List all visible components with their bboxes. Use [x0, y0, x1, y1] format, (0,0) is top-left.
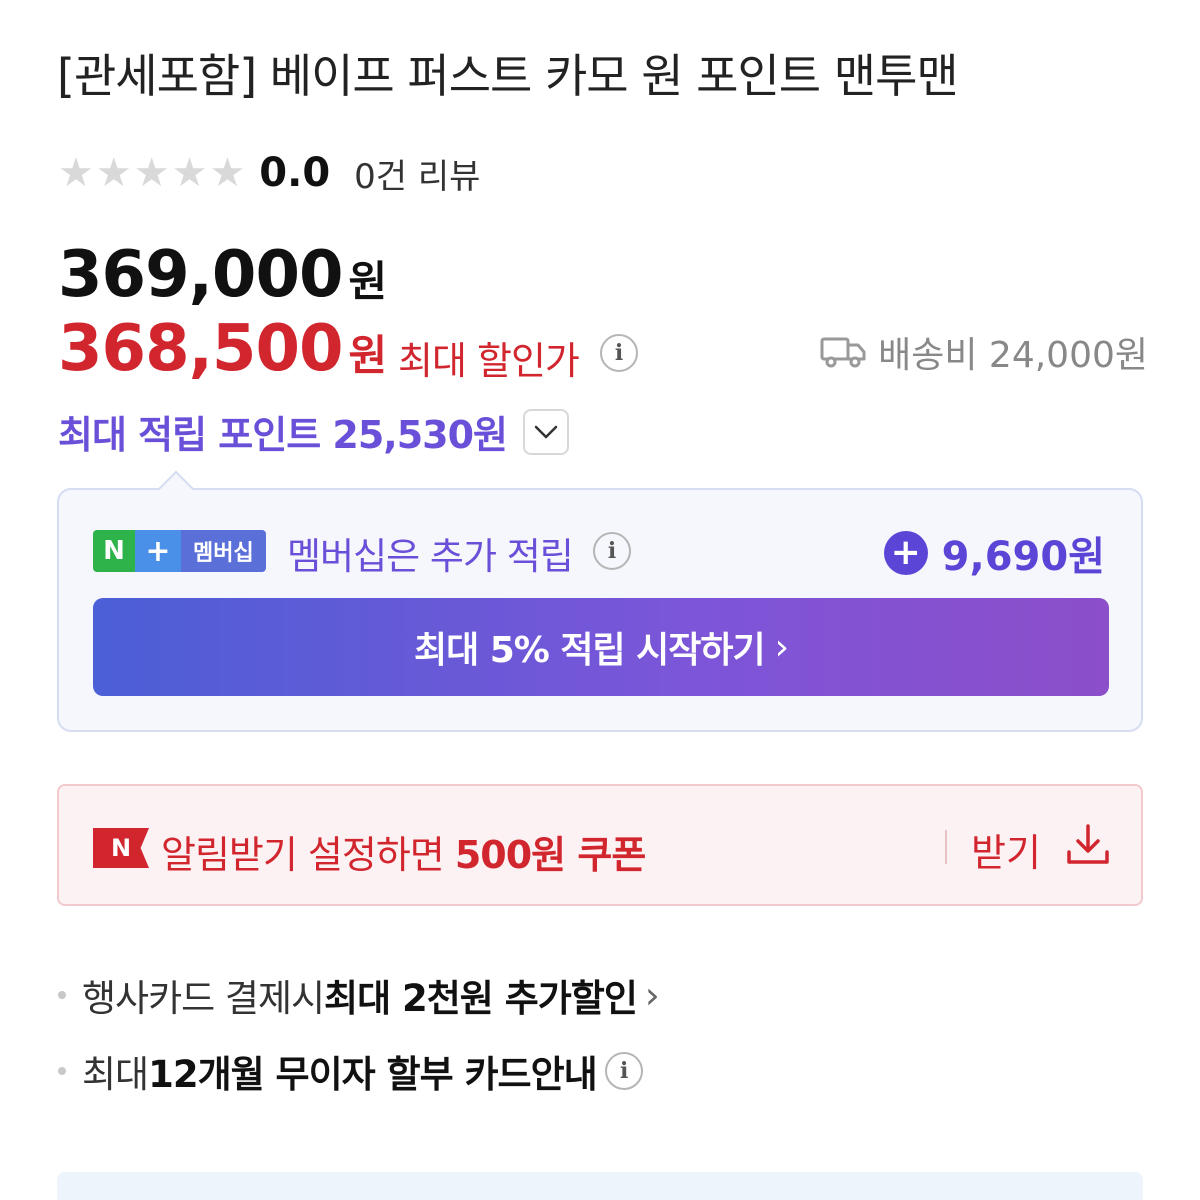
- original-price-unit: 원: [348, 257, 388, 306]
- card-discount-link[interactable]: 행사카드 결제시 최대 2천원 추가할인 ›: [58, 968, 660, 1022]
- chevron-down-icon: [534, 425, 558, 438]
- download-icon[interactable]: [1065, 822, 1111, 868]
- card-discount-plain: 행사카드 결제시: [82, 977, 325, 1020]
- star-icon: ★: [58, 150, 94, 196]
- sale-price: 368,500 원: [58, 312, 387, 386]
- coupon-banner[interactable]: N 알림받기 설정하면 500원 쿠폰 받기: [57, 784, 1143, 906]
- logo-plus: +: [135, 530, 181, 572]
- start-membership-button[interactable]: 최대 5% 적립 시작하기 ›: [93, 598, 1109, 696]
- coupon-get-button[interactable]: 받기: [971, 822, 1041, 877]
- logo-n: N: [93, 530, 135, 572]
- sale-price-row: 368,500 원 최대 할인가 i 배송비 24,000원: [58, 312, 1148, 390]
- shipping-fee: 배송비 24,000원: [820, 326, 1148, 378]
- membership-panel: N + 멤버십 멤버십은 추가 적립 i + 9,690원 최대 5% 적립 시…: [57, 488, 1143, 732]
- shipping-fee-text: 배송비 24,000원: [878, 335, 1148, 376]
- product-title: [관세포함] 베이프 퍼스트 카모 원 포인트 맨투맨: [57, 49, 959, 103]
- plus-icon: +: [883, 531, 928, 575]
- logo-text: 멤버십: [181, 530, 266, 572]
- sale-price-value: 368,500: [58, 312, 343, 386]
- info-icon[interactable]: i: [604, 1052, 643, 1090]
- naver-badge: N: [93, 828, 149, 868]
- max-points-label: 최대 적립 포인트 25,530원: [58, 413, 508, 457]
- installment-bold: 12개월 무이자 할부 카드안내: [148, 1053, 598, 1096]
- truck-icon: [820, 337, 866, 368]
- star-icon: ★: [133, 150, 170, 196]
- original-price: 369,000 원: [58, 238, 387, 312]
- info-icon[interactable]: i: [600, 334, 638, 372]
- max-points-row[interactable]: 최대 적립 포인트 25,530원: [58, 404, 570, 459]
- bullet: [58, 991, 66, 999]
- bullet: [58, 1067, 66, 1075]
- star-icon: ★: [95, 150, 132, 196]
- original-price-value: 369,000: [58, 238, 343, 312]
- start-membership-label: 최대 5% 적립 시작하기: [413, 630, 766, 671]
- points-expand-button[interactable]: [523, 408, 570, 455]
- divider: [945, 830, 947, 864]
- chevron-right-icon: ›: [774, 626, 789, 668]
- coupon-text-plain: 알림받기 설정하면: [161, 833, 455, 877]
- coupon-text-bold: 500원 쿠폰: [454, 833, 646, 877]
- star-icon: ★: [171, 150, 208, 196]
- membership-extra-points: + 9,690원: [883, 524, 1105, 582]
- installment-info[interactable]: 최대 12개월 무이자 할부 카드안내 i: [58, 1044, 643, 1098]
- membership-logo: N + 멤버십: [93, 530, 266, 572]
- rating-stars: ★ ★ ★ ★ ★: [58, 153, 245, 193]
- star-icon: ★: [209, 150, 246, 196]
- rating-score: 0.0: [259, 150, 331, 196]
- review-count-link[interactable]: 0건 리뷰: [354, 149, 480, 198]
- sale-price-unit: 원: [348, 331, 388, 380]
- info-icon[interactable]: i: [593, 532, 631, 570]
- membership-amount: 9,690원: [941, 534, 1105, 580]
- rating-row[interactable]: ★ ★ ★ ★ ★ 0.0 0건 리뷰: [58, 149, 480, 198]
- max-discount-label: 최대 할인가: [398, 339, 580, 383]
- card-discount-bold: 최대 2천원 추가할인: [324, 977, 638, 1020]
- chevron-right-icon: ›: [644, 973, 660, 1017]
- installment-plain: 최대: [82, 1053, 149, 1096]
- coupon-text: 알림받기 설정하면 500원 쿠폰: [161, 824, 646, 879]
- next-section-strip: [57, 1172, 1143, 1200]
- membership-description: 멤버십은 추가 적립: [287, 535, 574, 578]
